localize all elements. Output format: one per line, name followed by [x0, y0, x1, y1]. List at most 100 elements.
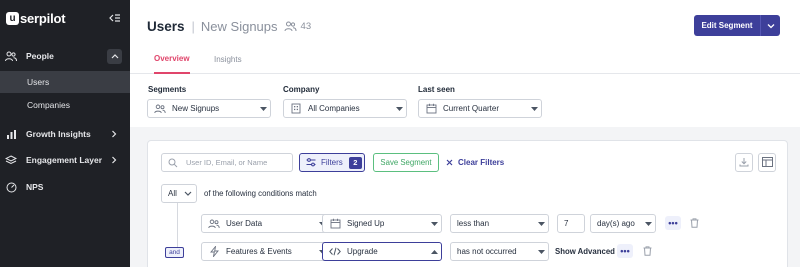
match-all-select[interactable]: All	[161, 184, 197, 203]
bar-chart-icon	[5, 128, 17, 140]
table-columns-icon	[761, 156, 773, 169]
show-advanced-link[interactable]: Show Advanced	[555, 242, 615, 261]
more-options-icon[interactable]: •••	[665, 216, 681, 230]
segments-label: Segments	[148, 85, 187, 94]
condition-number-input[interactable]: 7	[557, 214, 585, 233]
building-icon	[290, 103, 302, 115]
caret-up-icon	[427, 249, 441, 254]
user-count: 43	[300, 20, 312, 32]
calendar-icon	[425, 103, 437, 115]
tab-bar: Overview Insights	[130, 44, 800, 74]
save-segment-button[interactable]: Save Segment	[373, 153, 439, 172]
gauge-icon	[5, 181, 17, 193]
company-value: All Companies	[308, 104, 360, 113]
sidebar-item-engagement-layer[interactable]: Engagement Layer	[0, 149, 130, 171]
search-icon	[168, 157, 180, 169]
download-button[interactable]	[735, 153, 753, 172]
sidebar-item-people[interactable]: People	[0, 45, 130, 67]
sidebar-item-companies[interactable]: Companies	[0, 94, 130, 116]
caret-down-icon	[527, 106, 541, 111]
condition-source-value: User Data	[226, 219, 263, 228]
code-icon	[329, 246, 341, 258]
filters-count-badge: 2	[348, 156, 362, 169]
logo-mark: u	[6, 11, 19, 25]
logo[interactable]: u serpilot	[6, 10, 66, 26]
collapse-sidebar-icon[interactable]	[106, 10, 124, 26]
company-select[interactable]: All Companies	[283, 99, 407, 118]
condition-operator-select[interactable]: less than	[450, 214, 549, 233]
condition-source-select[interactable]: User Data	[201, 214, 330, 233]
filter-sliders-icon	[306, 158, 316, 167]
chevron-down-icon[interactable]	[761, 23, 780, 29]
last-seen-select[interactable]: Current Quarter	[418, 99, 542, 118]
sidebar: u serpilot People Users Companies Growth…	[0, 0, 130, 267]
clear-filters-label: Clear Filters	[458, 158, 505, 167]
layers-icon	[5, 154, 17, 166]
chevron-right-icon	[109, 129, 119, 139]
tab-overview[interactable]: Overview	[154, 44, 190, 74]
sidebar-item-label: People	[26, 51, 54, 61]
condition-source-select[interactable]: Features & Events	[201, 242, 330, 261]
chevron-right-icon	[109, 155, 119, 165]
last-seen-value: Current Quarter	[443, 104, 500, 113]
people-icon	[5, 50, 17, 62]
segments-select[interactable]: New Signups	[147, 99, 271, 118]
people-icon	[154, 103, 166, 115]
conditions-match-text: of the following conditions match	[204, 189, 317, 198]
caret-down-icon	[392, 106, 406, 111]
condition-field-select[interactable]: Signed Up	[322, 214, 442, 233]
condition-event-select[interactable]: Upgrade	[322, 242, 442, 261]
calendar-icon	[329, 218, 341, 230]
filters-button[interactable]: Filters 2	[299, 153, 365, 172]
filter-panel: User ID, Email, or Name Filters 2 Save S…	[147, 140, 788, 267]
condition-event-value: Upgrade	[347, 247, 378, 256]
search-input[interactable]: User ID, Email, or Name	[161, 153, 293, 172]
sidebar-item-label: NPS	[26, 182, 44, 192]
condition-field-value: Signed Up	[347, 219, 385, 228]
condition-operator-value: less than	[457, 219, 490, 228]
caret-down-icon	[256, 106, 270, 111]
edit-segment-button[interactable]: Edit Segment	[694, 15, 780, 36]
condition-unit-select[interactable]: day(s) ago	[590, 214, 656, 233]
edit-segment-label: Edit Segment	[701, 21, 753, 30]
segments-value: New Signups	[172, 104, 220, 113]
search-placeholder: User ID, Email, or Name	[186, 158, 268, 167]
segment-name: New Signups	[200, 18, 278, 34]
clear-filters-button[interactable]: Clear Filters	[446, 153, 504, 172]
condition-connector-line	[177, 203, 178, 253]
page-title: Users	[147, 18, 185, 34]
sidebar-item-label: Engagement Layer	[26, 155, 103, 165]
sidebar-item-label: Growth Insights	[26, 129, 91, 139]
condition-operator-select[interactable]: has not occurred	[450, 242, 549, 261]
chevron-up-icon[interactable]	[107, 48, 122, 64]
company-label: Company	[283, 85, 320, 94]
filters-label: Filters	[321, 158, 343, 167]
lightning-icon	[208, 246, 220, 258]
tab-insights[interactable]: Insights	[214, 44, 242, 74]
condition-source-value: Features & Events	[226, 247, 292, 256]
title-separator: |	[191, 18, 195, 34]
last-seen-label: Last seen	[418, 85, 455, 94]
caret-down-icon	[534, 221, 548, 226]
main-content: Users | New Signups 43 Edit Segment Over…	[130, 0, 800, 267]
trash-icon[interactable]	[641, 244, 653, 258]
more-options-icon[interactable]: •••	[617, 244, 633, 258]
chevron-down-icon	[184, 191, 192, 196]
caret-down-icon	[427, 221, 441, 226]
close-icon	[446, 159, 453, 166]
condition-operator-value: has not occurred	[457, 247, 517, 256]
people-icon	[284, 21, 297, 32]
page-header: Users | New Signups 43	[147, 18, 311, 34]
trash-icon[interactable]	[688, 216, 700, 230]
match-all-value: All	[168, 189, 177, 198]
and-connector-tag[interactable]: and	[165, 247, 184, 258]
logo-text: serpilot	[20, 10, 66, 26]
caret-down-icon	[534, 249, 548, 254]
sidebar-item-growth-insights[interactable]: Growth Insights	[0, 123, 130, 145]
columns-button[interactable]	[758, 153, 776, 172]
people-icon	[208, 218, 220, 230]
sidebar-item-users[interactable]: Users	[0, 71, 130, 93]
download-icon	[739, 157, 749, 169]
caret-down-icon	[641, 221, 655, 226]
sidebar-item-nps[interactable]: NPS	[0, 176, 130, 198]
